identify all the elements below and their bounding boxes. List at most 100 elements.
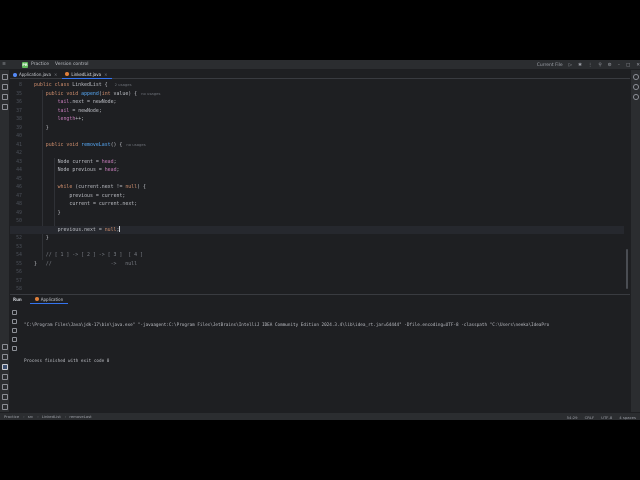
services-tool-icon[interactable] bbox=[2, 354, 8, 360]
main-menu-icon[interactable]: ≡ bbox=[0, 62, 8, 67]
current-code-line[interactable]: previous.next = null; bbox=[10, 225, 624, 234]
commit-tool-icon[interactable] bbox=[2, 84, 8, 90]
line-number[interactable]: 35 bbox=[16, 90, 22, 99]
breadcrumb-src[interactable]: src bbox=[23, 414, 34, 419]
line-number[interactable]: 37 bbox=[16, 107, 22, 116]
code-line[interactable]: } bbox=[34, 234, 49, 243]
breadcrumb-class[interactable]: LinkedList bbox=[37, 414, 61, 419]
tab-application-java[interactable]: Application.java × bbox=[10, 70, 62, 79]
console-line: Process finished with exit code 0 bbox=[24, 359, 110, 364]
project-tool-icon[interactable] bbox=[2, 74, 8, 80]
tab-linkedlist-java[interactable]: LinkedList.java × bbox=[62, 70, 113, 79]
structure-tool-icon[interactable] bbox=[2, 94, 8, 100]
git-tool-icon[interactable] bbox=[2, 394, 8, 400]
line-separator[interactable]: CRLF bbox=[585, 415, 595, 420]
code-line[interactable]: public class LinkedList { 2 usages bbox=[34, 81, 132, 90]
close-tab-icon[interactable]: × bbox=[54, 72, 57, 77]
line-number[interactable]: 57 bbox=[16, 277, 22, 286]
run-tab-application[interactable]: Application bbox=[29, 295, 69, 304]
code-line[interactable]: length++; bbox=[34, 115, 85, 124]
code-token: current bbox=[101, 192, 123, 199]
code-line[interactable]: Node current = head; bbox=[34, 158, 117, 167]
line-number[interactable]: 50 bbox=[16, 217, 22, 226]
line-number[interactable]: 47 bbox=[16, 192, 22, 201]
notifications-icon[interactable] bbox=[633, 74, 639, 80]
indent-setting[interactable]: 4 spaces bbox=[619, 415, 636, 420]
scroll-to-end-icon[interactable] bbox=[12, 328, 17, 333]
project-badge[interactable]: PR bbox=[22, 61, 28, 68]
todo-tool-icon[interactable] bbox=[2, 404, 8, 410]
line-number[interactable]: 42 bbox=[16, 149, 22, 158]
close-tab-icon[interactable]: × bbox=[104, 72, 107, 77]
code-line[interactable]: } bbox=[34, 209, 61, 218]
line-number[interactable]: 48 bbox=[16, 200, 22, 209]
code-line[interactable]: previous = current; bbox=[34, 192, 125, 201]
line-number[interactable]: 45 bbox=[16, 175, 22, 184]
print-icon[interactable] bbox=[12, 337, 17, 342]
line-number[interactable]: 43 bbox=[16, 158, 22, 167]
run-config-selector[interactable]: Current File bbox=[537, 63, 563, 68]
code-line[interactable]: while (current.next != null) { bbox=[34, 183, 146, 192]
line-number[interactable]: 58 bbox=[16, 285, 22, 294]
line-number[interactable]: 44 bbox=[16, 166, 22, 175]
maximize-icon[interactable]: □ bbox=[626, 63, 630, 68]
clear-console-icon[interactable] bbox=[12, 346, 17, 351]
ai-assistant-icon[interactable] bbox=[633, 94, 639, 100]
code-token: current bbox=[98, 201, 120, 207]
code-line[interactable]: tail.next = newNode; bbox=[34, 98, 117, 107]
search-everywhere-icon[interactable]: ⚲ bbox=[598, 63, 601, 68]
minimize-icon[interactable]: – bbox=[618, 63, 620, 68]
stop-icon[interactable] bbox=[12, 319, 17, 324]
file-encoding[interactable]: UTF-8 bbox=[601, 415, 612, 420]
line-number[interactable]: 38 bbox=[16, 115, 22, 124]
line-number[interactable]: 40 bbox=[16, 132, 22, 141]
code-line-content: } // -> null bbox=[34, 261, 137, 267]
code-line[interactable]: } // -> null bbox=[34, 260, 137, 269]
code-editor[interactable]: 8353637383940414243444546474849505152535… bbox=[10, 79, 630, 304]
code-line[interactable]: } bbox=[34, 124, 49, 133]
project-name[interactable]: Practice bbox=[31, 62, 49, 67]
rerun-icon[interactable] bbox=[12, 310, 17, 315]
line-number[interactable]: 41 bbox=[16, 141, 22, 150]
settings-icon[interactable]: ⚙ bbox=[608, 63, 612, 68]
ide-window: ≡ PR Practice Version control Current Fi… bbox=[0, 60, 640, 420]
gradle-icon[interactable] bbox=[633, 84, 639, 90]
code-line-content: Node current = head; bbox=[58, 159, 117, 165]
line-number[interactable]: 46 bbox=[16, 183, 22, 192]
vcs-widget[interactable]: Version control bbox=[55, 62, 89, 67]
line-number[interactable]: 39 bbox=[16, 124, 22, 133]
code-area[interactable]: public class LinkedList { 2 usages public… bbox=[10, 79, 624, 304]
code-line[interactable]: tail = newNode; bbox=[34, 107, 102, 116]
more-icon[interactable]: ⋮ bbox=[588, 63, 593, 68]
code-line[interactable]: Node previous = head; bbox=[34, 166, 120, 175]
code-line[interactable]: current = current.next; bbox=[34, 200, 137, 209]
code-line[interactable]: // [ 1 ] -> [ 2 ] -> [ 3 ] [ 4 ] bbox=[34, 251, 143, 260]
editor-scrollbar[interactable] bbox=[626, 249, 628, 289]
run-console[interactable]: "C:\Program Files\Java\jdk-17\bin\java.e… bbox=[24, 312, 630, 376]
run-tool-icon[interactable] bbox=[2, 364, 8, 370]
line-number[interactable]: 56 bbox=[16, 268, 22, 277]
breadcrumb-project[interactable]: Practice bbox=[4, 414, 19, 419]
line-number[interactable]: 54 bbox=[16, 251, 22, 260]
more-tools-icon[interactable] bbox=[2, 104, 8, 110]
line-number[interactable]: 49 bbox=[16, 209, 22, 218]
code-token: tail bbox=[57, 99, 70, 105]
problems-tool-icon[interactable] bbox=[2, 384, 8, 390]
line-number[interactable]: 36 bbox=[16, 98, 22, 107]
line-number[interactable]: 52 bbox=[16, 234, 22, 243]
line-number[interactable]: 8 bbox=[19, 81, 22, 90]
close-window-icon[interactable]: ✕ bbox=[636, 63, 640, 68]
terminal-tool-icon[interactable] bbox=[2, 374, 8, 380]
line-number[interactable]: 53 bbox=[16, 243, 22, 252]
code-line[interactable]: public void removeLast() {no usages bbox=[34, 141, 146, 150]
debug-icon[interactable]: ✱ bbox=[578, 63, 582, 68]
code-line[interactable]: public void append(int value) {no usages bbox=[34, 90, 161, 99]
breadcrumb-method[interactable]: removeLast bbox=[65, 414, 91, 419]
run-icon[interactable]: ▷ bbox=[569, 63, 572, 68]
line-number[interactable]: 55 bbox=[16, 260, 22, 269]
usages-inlay-hint[interactable]: no usages bbox=[141, 91, 160, 96]
usages-inlay-hint[interactable]: 2 usages bbox=[115, 82, 132, 87]
usages-inlay-hint[interactable]: no usages bbox=[126, 142, 145, 147]
caret-position[interactable]: 54:29 bbox=[567, 415, 578, 420]
plugins-tool-icon[interactable] bbox=[2, 344, 8, 350]
